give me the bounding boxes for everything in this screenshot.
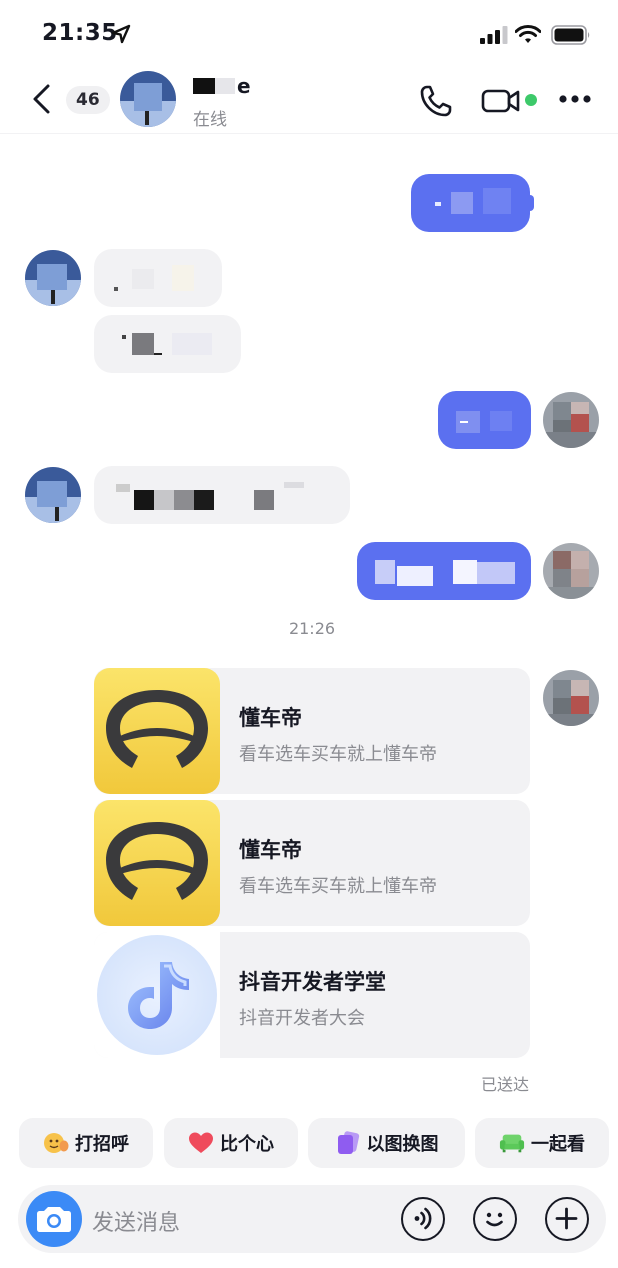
- online-indicator: [525, 94, 537, 106]
- quick-action-label: 打招呼: [75, 1134, 129, 1155]
- card-subtitle: 抖音开发者大会: [239, 1008, 365, 1029]
- cards-icon: [335, 1130, 361, 1156]
- my-avatar[interactable]: [543, 392, 599, 448]
- message-input[interactable]: 发送消息: [92, 1205, 180, 1237]
- shared-app-card[interactable]: 懂车帝 看车选车买车就上懂车帝: [94, 668, 530, 794]
- dongchedi-steering-wheel-icon: [94, 800, 220, 926]
- card-title: 懂车帝: [239, 706, 302, 730]
- status-bar: 21:35: [0, 0, 618, 64]
- unread-count-badge[interactable]: 46: [66, 86, 110, 114]
- message-bubble-outgoing[interactable]: [357, 542, 531, 600]
- message-bubble-incoming[interactable]: [94, 315, 241, 373]
- message-timestamp: 21:26: [288, 619, 336, 638]
- douyin-note-icon: [94, 932, 220, 1058]
- bubble-tail: [528, 195, 534, 211]
- plus-button[interactable]: [545, 1197, 589, 1241]
- plus-icon: [555, 1207, 578, 1230]
- contact-avatar[interactable]: [25, 467, 81, 523]
- contact-avatar[interactable]: [25, 250, 81, 306]
- sofa-icon: [499, 1130, 525, 1156]
- camera-button[interactable]: [26, 1191, 82, 1247]
- card-subtitle: 看车选车买车就上懂车帝: [239, 876, 437, 897]
- contact-online-status: 在线: [193, 110, 227, 130]
- emoji-icon: [486, 1212, 503, 1227]
- shared-app-card[interactable]: 抖音开发者学堂 抖音开发者大会: [94, 932, 530, 1058]
- message-bubble-incoming[interactable]: [94, 466, 350, 524]
- heart-icon: [188, 1130, 214, 1156]
- voice-button[interactable]: [401, 1197, 445, 1241]
- camera-icon: [37, 1207, 71, 1232]
- quick-action-heart[interactable]: 比个心: [164, 1118, 298, 1168]
- quick-action-watch-together[interactable]: 一起看: [475, 1118, 609, 1168]
- cellular-signal-icon: [480, 26, 508, 44]
- wave-emoji-icon: [43, 1130, 69, 1156]
- card-title: 懂车帝: [239, 838, 302, 862]
- delivery-status: 已送达: [480, 1075, 529, 1094]
- contact-avatar[interactable]: [120, 71, 176, 127]
- quick-action-label: 比个心: [220, 1134, 274, 1155]
- card-title: 抖音开发者学堂: [239, 970, 386, 994]
- my-avatar[interactable]: [543, 670, 599, 726]
- quick-action-label: 以图换图: [366, 1134, 439, 1155]
- emoji-button[interactable]: [473, 1197, 517, 1241]
- quick-action-bar: 打招呼 比个心 以图换图 一起看: [0, 1118, 618, 1168]
- message-bubble-outgoing[interactable]: [411, 174, 530, 232]
- voice-call-button[interactable]: [418, 83, 454, 119]
- message-composer: 发送消息: [18, 1185, 606, 1253]
- quick-action-image-swap[interactable]: 以图换图: [308, 1118, 465, 1168]
- more-options-button[interactable]: [558, 93, 592, 105]
- location-arrow-icon: [111, 24, 131, 44]
- voice-icon: [414, 1207, 432, 1230]
- message-bubble-outgoing[interactable]: [438, 391, 531, 449]
- back-button[interactable]: [28, 82, 58, 116]
- video-call-button[interactable]: [481, 86, 521, 116]
- message-bubble-incoming[interactable]: [94, 249, 222, 307]
- quick-action-greet[interactable]: 打招呼: [19, 1118, 153, 1168]
- shared-app-card[interactable]: 懂车帝 看车选车买车就上懂车帝: [94, 800, 530, 926]
- contact-name: e: [193, 74, 251, 98]
- status-time: 21:35: [42, 20, 118, 46]
- dongchedi-steering-wheel-icon: [94, 668, 220, 794]
- battery-icon: [551, 25, 590, 45]
- my-avatar[interactable]: [543, 543, 599, 599]
- quick-action-label: 一起看: [531, 1134, 585, 1155]
- wifi-icon: [515, 25, 541, 43]
- chat-header: 46 e 在线: [0, 64, 618, 134]
- card-subtitle: 看车选车买车就上懂车帝: [239, 744, 437, 765]
